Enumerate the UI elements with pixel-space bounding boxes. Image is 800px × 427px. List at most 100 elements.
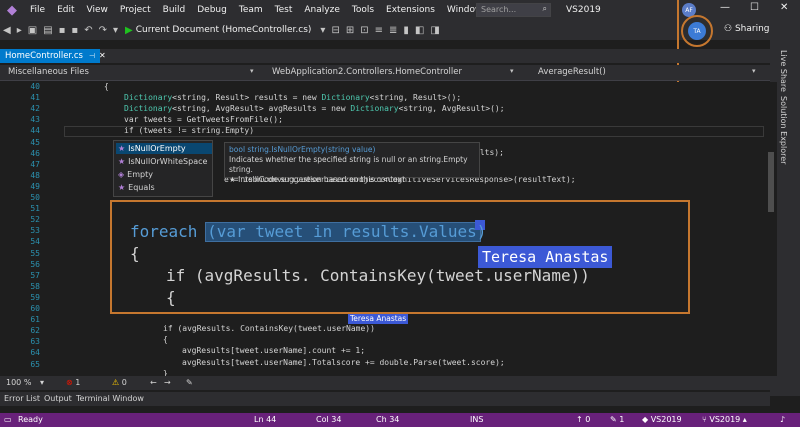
completion-item[interactable]: ◈ Empty	[116, 169, 212, 180]
save-all-icon[interactable]: ▪	[68, 25, 81, 36]
document-tab-bar: HomeController.cs ⊣ ✕	[0, 49, 770, 63]
search-input[interactable]: Search... ⌕	[476, 3, 551, 17]
redo-icon[interactable]: ↷	[96, 25, 110, 36]
tab-output[interactable]: Output	[44, 394, 72, 403]
menu-edit[interactable]: Edit	[51, 0, 80, 20]
editor-status-strip: 100 % ▾ ⊗ 1 ⚠ 0 ← → ✎	[0, 376, 770, 390]
menu-analyze[interactable]: Analyze	[298, 0, 345, 20]
line-number: 61	[30, 315, 40, 325]
bookmark-icon[interactable]: ▮	[400, 25, 412, 36]
menu-build[interactable]: Build	[157, 0, 192, 20]
toolbar: ◀ ▸ ▣ ▤ ▪ ▪ ↶ ↷ ▾ ▶ Current Document (Ho…	[0, 20, 800, 40]
line-number: 62	[30, 326, 40, 336]
uncomment-icon[interactable]: ≣	[386, 25, 400, 36]
comment-icon[interactable]: ≡	[372, 25, 386, 36]
chevron-down-icon[interactable]: ▾	[752, 67, 756, 75]
search-placeholder: Search...	[481, 5, 517, 14]
menu-file[interactable]: File	[24, 0, 51, 20]
run-icon[interactable]: ▶	[125, 25, 133, 36]
menu-view[interactable]: View	[81, 0, 114, 20]
minimize-icon[interactable]: —	[720, 2, 730, 13]
chevron-down-icon[interactable]: ▾	[250, 67, 254, 75]
toolbar-icon-a[interactable]: ⊟	[328, 25, 342, 36]
tab-close-icon[interactable]: ✕	[99, 51, 106, 60]
code-line: avgResults[tweet.userName].count += 1;	[182, 346, 366, 355]
menu-debug[interactable]: Debug	[191, 0, 233, 20]
brush-icon[interactable]: ✎	[186, 378, 193, 387]
error-count[interactable]: ⊗ 1	[66, 378, 80, 387]
tooltip-suggestion: ★ IntelliCode suggestion based on this c…	[229, 175, 406, 184]
completion-item[interactable]: ★ IsNullOrWhiteSpace	[116, 156, 212, 167]
new-project-icon[interactable]: ▣	[25, 25, 40, 36]
menu-tools[interactable]: Tools	[346, 0, 380, 20]
chevron-down-icon[interactable]: ▾	[510, 67, 514, 75]
code-line: {	[163, 335, 168, 344]
zoom-code-line: foreach (var tweet in results.Values)	[130, 222, 487, 241]
bookmark-next-icon[interactable]: ◨	[427, 25, 442, 36]
solution-explorer-tab[interactable]: Solution Explorer	[779, 96, 788, 164]
open-folder-icon[interactable]: ▤	[40, 25, 55, 36]
menu-team[interactable]: Team	[233, 0, 269, 20]
code-line: {	[104, 82, 109, 91]
warning-count[interactable]: ⚠ 0	[112, 378, 127, 387]
member-dropdown[interactable]: AverageResult()	[534, 66, 610, 79]
menu-test[interactable]: Test	[269, 0, 299, 20]
project-dropdown[interactable]: Miscellaneous Files	[4, 66, 93, 79]
nav-back-icon[interactable]: ←	[150, 378, 157, 387]
menu-extensions[interactable]: Extensions	[380, 0, 441, 20]
line-number: 46	[30, 148, 40, 158]
undo-icon[interactable]: ↶	[81, 25, 95, 36]
line-number: 65	[30, 359, 40, 369]
run-target-label[interactable]: Current Document (HomeController.cs)	[136, 25, 312, 35]
back-icon[interactable]: ◀	[0, 25, 14, 36]
bookmark-prev-icon[interactable]: ◧	[412, 25, 427, 36]
line-number: 63	[30, 337, 40, 347]
error-icon: ⊗	[66, 378, 76, 387]
live-share-tab[interactable]: Live Share	[779, 50, 788, 92]
forward-icon[interactable]: ▸	[14, 25, 25, 36]
zoom-code-line: if (avgResults. ContainsKey(tweet.userNa…	[166, 266, 590, 285]
tool-window-tabs: Error List Output Terminal Window	[0, 392, 770, 406]
close-icon[interactable]: ✕	[780, 2, 788, 13]
scroll-thumb[interactable]	[768, 152, 774, 212]
config-dropdown-icon[interactable]: ▾	[110, 25, 121, 36]
maximize-icon[interactable]: ☐	[750, 2, 759, 13]
type-dropdown[interactable]: WebApplication2.Controllers.HomeControll…	[268, 66, 466, 79]
save-icon[interactable]: ▪	[56, 25, 69, 36]
line-number: 47	[30, 159, 40, 169]
line-number: 52	[30, 215, 40, 225]
toolbar-icon-c[interactable]: ⊡	[357, 25, 371, 36]
editor-scrollbar[interactable]	[765, 82, 777, 376]
intellicode-star-icon: ★	[229, 175, 239, 184]
status-push[interactable]: ↑ 0	[576, 415, 590, 424]
method-icon: ★	[118, 183, 126, 192]
pencil-icon: ✎	[610, 415, 620, 424]
status-repo[interactable]: ◆ VS2019	[642, 415, 682, 424]
line-number: 59	[30, 292, 40, 302]
toolbar-icon-b[interactable]: ⊞	[343, 25, 357, 36]
zoom-code-line: {	[166, 288, 176, 307]
line-number: 64	[30, 348, 40, 358]
completion-item[interactable]: ★ Equals	[116, 182, 212, 193]
nav-forward-icon[interactable]: →	[164, 378, 171, 387]
line-number-gutter: 40 41 42 43 44 45 46 47 48 49 50 51 52 53 54 55 56 57 58 59…	[0, 82, 70, 376]
status-branch[interactable]: ⑂ VS2019 ▴	[702, 415, 747, 424]
tab-error-list[interactable]: Error List	[4, 394, 40, 403]
status-changes[interactable]: ✎ 1	[610, 415, 624, 424]
pin-icon[interactable]: ⊣	[89, 52, 95, 60]
run-dropdown-icon[interactable]: ▾	[317, 25, 328, 36]
zoom-level[interactable]: 100 %	[6, 378, 31, 387]
completion-item[interactable]: ★ IsNullOrEmpty	[116, 143, 212, 154]
tab-homecontroller[interactable]: HomeController.cs ⊣ ✕	[0, 49, 106, 63]
status-bar: ▭ Ready Ln 44 Col 34 Ch 34 INS ↑ 0 ✎ 1 ◆…	[0, 413, 800, 427]
tab-terminal[interactable]: Terminal Window	[76, 394, 144, 403]
chevron-down-icon[interactable]: ▾	[40, 378, 44, 387]
sharing-button[interactable]: ⚇ Sharing	[724, 24, 770, 34]
status-column: Col 34	[316, 415, 342, 424]
collaborator-name-flag-small: Teresa Anastas	[348, 314, 409, 324]
menu-project[interactable]: Project	[114, 0, 157, 20]
notification-icon[interactable]: ♪	[780, 415, 785, 424]
status-line: Ln 44	[254, 415, 277, 424]
intellisense-list[interactable]: ★ IsNullOrEmpty ★ IsNullOrWhiteSpace ◈ Empt…	[113, 140, 213, 197]
zoom-callout: foreach (var tweet in results.Values) { …	[110, 200, 690, 314]
